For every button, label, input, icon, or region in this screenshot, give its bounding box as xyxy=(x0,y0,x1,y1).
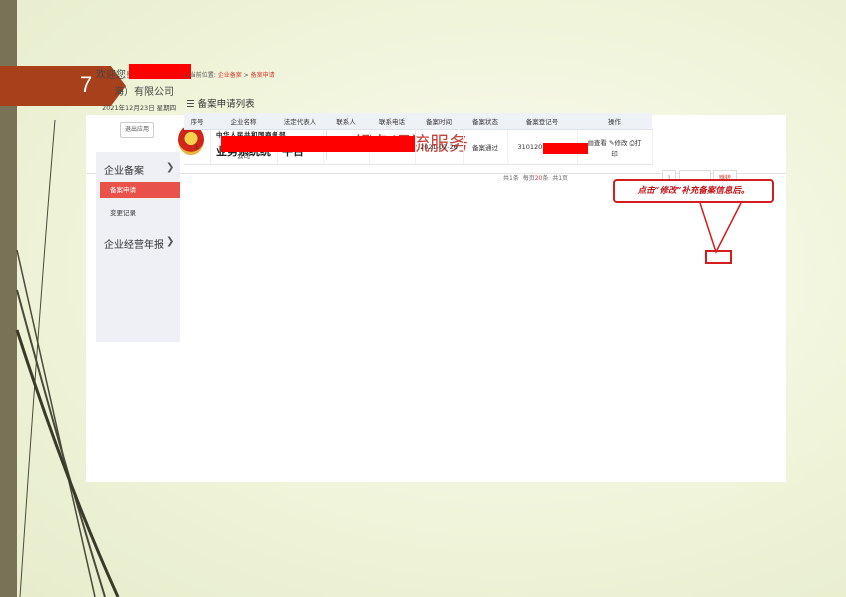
callout-box: 点击“修改”补充备案信息后。 xyxy=(613,179,774,203)
print-highlight-box xyxy=(705,250,732,264)
callout-pointer xyxy=(699,202,742,254)
